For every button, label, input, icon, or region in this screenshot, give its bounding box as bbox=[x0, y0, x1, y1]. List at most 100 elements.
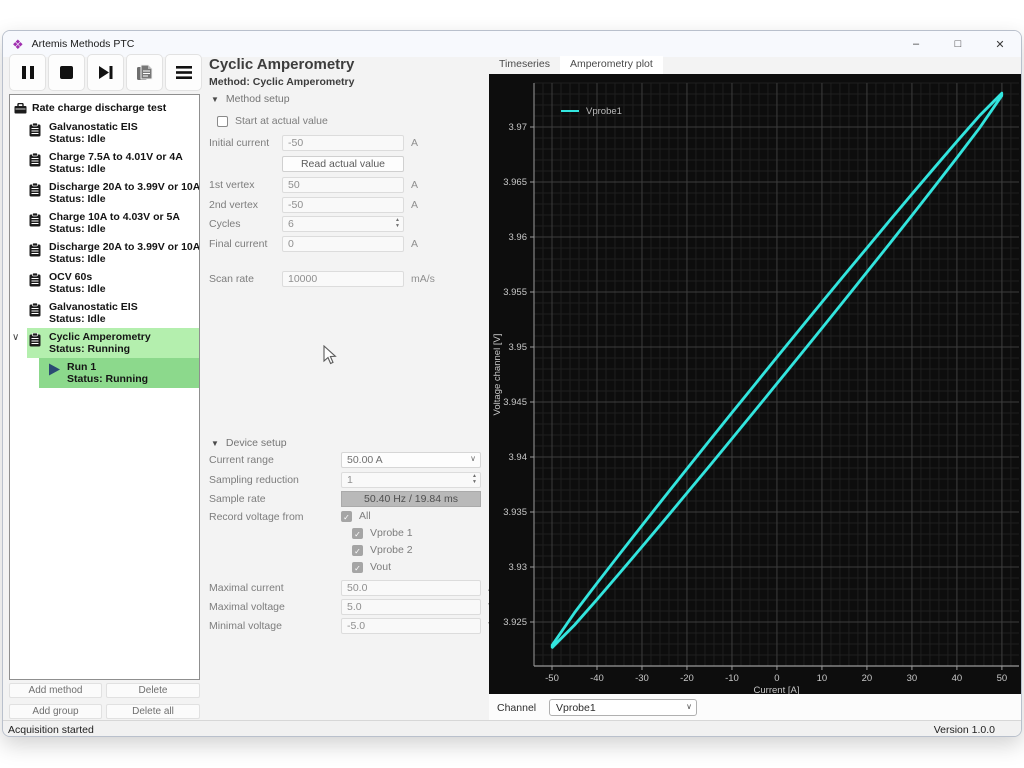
second-vertex-row: 2nd vertex -50 A bbox=[209, 197, 488, 213]
channel-label: Channel bbox=[497, 702, 537, 714]
method-setup-header[interactable]: ▼ Method setup bbox=[211, 93, 290, 105]
record-voltage-label: Record voltage from bbox=[209, 511, 304, 523]
add-method-button[interactable]: Add method bbox=[9, 683, 102, 698]
maximize-button[interactable]: □ bbox=[937, 31, 979, 57]
pause-button[interactable] bbox=[9, 54, 46, 91]
cycles-spinner[interactable]: ▲ ▼ bbox=[393, 217, 402, 229]
cycles-input[interactable]: 6 bbox=[282, 216, 404, 232]
stop-button[interactable] bbox=[48, 54, 85, 91]
method-title: OCV 60s bbox=[49, 271, 93, 283]
copy-icon bbox=[137, 64, 153, 80]
chart-canvas: -50 -40 -30 -20 -10 0 10 20 30 40 50 3.97 3.965 3.96 3… bbox=[489, 74, 1021, 696]
add-group-button[interactable]: Add group bbox=[9, 704, 102, 719]
tree-item-method[interactable]: Galvanostatic EIS Status: Idle bbox=[27, 298, 199, 328]
sampling-reduction-spinner[interactable]: ▲ ▼ bbox=[470, 473, 479, 485]
tree-group-label: Rate charge discharge test bbox=[32, 102, 167, 114]
device-setup-header[interactable]: ▼ Device setup bbox=[211, 437, 287, 449]
svg-text:3.935: 3.935 bbox=[503, 507, 527, 518]
collapse-triangle-icon: ▼ bbox=[211, 438, 219, 448]
method-status: Status: Idle bbox=[49, 313, 106, 325]
tab-amperometry-plot[interactable]: Amperometry plot bbox=[559, 56, 663, 74]
svg-text:-10: -10 bbox=[725, 673, 739, 684]
menu-button[interactable] bbox=[165, 54, 202, 91]
sample-rate-display: 50.40 Hz / 19.84 ms bbox=[341, 491, 481, 507]
tree-item-method[interactable]: OCV 60s Status: Idle bbox=[27, 268, 199, 298]
svg-text:3.95: 3.95 bbox=[509, 342, 528, 353]
minimize-button[interactable]: – bbox=[895, 31, 937, 57]
tree-item-method[interactable]: Charge 10A to 4.03V or 5A Status: Idle bbox=[27, 208, 199, 238]
first-vertex-input[interactable]: 50 bbox=[282, 177, 404, 193]
scan-rate-row: Scan rate 10000 mA/s bbox=[209, 271, 488, 287]
method-title: Discharge 20A to 3.99V or 10A bbox=[49, 181, 200, 193]
current-range-select[interactable]: 50.00 A ∨ bbox=[341, 452, 481, 468]
start-at-actual-value-checkbox[interactable] bbox=[217, 115, 228, 127]
svg-text:Vprobe1: Vprobe1 bbox=[586, 106, 622, 117]
skip-to-end-button[interactable] bbox=[87, 54, 124, 91]
version-label: Version 1.0.0 bbox=[933, 724, 995, 736]
vprobe1-checkbox[interactable]: ✓ bbox=[352, 527, 363, 539]
tree-group-header[interactable]: Rate charge discharge test bbox=[10, 98, 199, 118]
tree-item-method[interactable]: Discharge 20A to 3.99V or 10A Status: Id… bbox=[27, 178, 199, 208]
channel-value: Vprobe1 bbox=[556, 702, 596, 714]
delete-button[interactable]: Delete bbox=[106, 683, 200, 698]
maximal-current-label: Maximal current bbox=[209, 582, 284, 594]
tab-timeseries[interactable]: Timeseries bbox=[489, 56, 560, 74]
window-controls: – □ ✕ bbox=[895, 31, 1021, 57]
svg-text:-30: -30 bbox=[635, 673, 649, 684]
method-title: Discharge 20A to 3.99V or 10A bbox=[49, 241, 200, 253]
scan-rate-input[interactable]: 10000 bbox=[282, 271, 404, 287]
vprobe2-checkbox[interactable]: ✓ bbox=[352, 544, 363, 556]
method-status: Status: Idle bbox=[49, 283, 106, 295]
svg-text:30: 30 bbox=[907, 673, 918, 684]
page-title: Cyclic Amperometry bbox=[209, 56, 355, 73]
cycles-row: Cycles 6 ▲ ▼ bbox=[209, 216, 488, 232]
vprobe1-label: Vprobe 1 bbox=[370, 527, 413, 539]
minimal-voltage-input[interactable]: -5.0 bbox=[341, 618, 481, 634]
close-button[interactable]: ✕ bbox=[979, 31, 1021, 57]
tree-item-method[interactable]: Cyclic Amperometry Status: Running bbox=[27, 328, 199, 358]
read-actual-value-button[interactable]: Read actual value bbox=[282, 156, 404, 172]
channel-select[interactable]: Vprobe1 ∨ bbox=[549, 699, 697, 716]
vprobe2-label: Vprobe 2 bbox=[370, 544, 413, 556]
delete-all-button[interactable]: Delete all bbox=[106, 704, 200, 719]
run-status: Status: Running bbox=[67, 373, 149, 385]
initial-current-row: Initial current -50 A bbox=[209, 135, 488, 151]
first-vertex-label: 1st vertex bbox=[209, 179, 255, 191]
tree-item-method[interactable]: Galvanostatic EIS Status: Idle bbox=[27, 118, 199, 148]
svg-text:Current [A]: Current [A] bbox=[754, 685, 800, 694]
initial-current-label: Initial current bbox=[209, 137, 270, 149]
current-range-label: Current range bbox=[209, 454, 274, 466]
app-window: ❖ Artemis Methods PTC – □ ✕ Rate charge … bbox=[2, 30, 1022, 737]
svg-text:0: 0 bbox=[774, 673, 779, 684]
current-range-row: Current range 50.00 A ∨ bbox=[209, 452, 488, 468]
second-vertex-unit: A bbox=[411, 199, 419, 211]
second-vertex-input[interactable]: -50 bbox=[282, 197, 404, 213]
method-status: Status: Running bbox=[49, 343, 131, 355]
tree-item-method[interactable]: Charge 7.5A to 4.01V or 4A Status: Idle bbox=[27, 148, 199, 178]
maximal-voltage-input[interactable]: 5.0 bbox=[341, 599, 481, 615]
collapse-triangle-icon: ▼ bbox=[211, 94, 219, 104]
maximal-current-input[interactable]: 50.0 bbox=[341, 580, 481, 596]
copy-button[interactable] bbox=[126, 54, 163, 91]
vout-checkbox[interactable]: ✓ bbox=[352, 561, 363, 573]
svg-text:-50: -50 bbox=[545, 673, 559, 684]
svg-text:50: 50 bbox=[997, 673, 1008, 684]
maximal-current-row: Maximal current 50.0 A bbox=[209, 580, 495, 596]
toolbox-icon bbox=[14, 102, 27, 113]
initial-current-input[interactable]: -50 bbox=[282, 135, 404, 151]
scan-rate-unit: mA/s bbox=[411, 273, 435, 285]
tree-item-method[interactable]: Discharge 20A to 3.99V or 10A Status: Id… bbox=[27, 238, 199, 268]
expander-chevron-icon[interactable]: ∨ bbox=[12, 332, 19, 343]
screen: ❖ Artemis Methods PTC – □ ✕ Rate charge … bbox=[0, 0, 1024, 768]
clipboard-icon bbox=[29, 213, 41, 227]
method-tree: Rate charge discharge test Galvanostatic… bbox=[9, 94, 200, 680]
final-current-input[interactable]: 0 bbox=[282, 236, 404, 252]
record-all-checkbox[interactable]: ✓ bbox=[341, 510, 352, 522]
tree-item-run[interactable]: Run 1 Status: Running bbox=[39, 358, 199, 388]
final-current-label: Final current bbox=[209, 238, 268, 250]
sampling-reduction-input[interactable]: 1 bbox=[341, 472, 481, 488]
svg-text:40: 40 bbox=[952, 673, 963, 684]
method-tree-items: Galvanostatic EIS Status: Idle Charge 7.… bbox=[10, 118, 199, 358]
svg-text:3.925: 3.925 bbox=[503, 617, 527, 628]
final-current-row: Final current 0 A bbox=[209, 236, 488, 252]
